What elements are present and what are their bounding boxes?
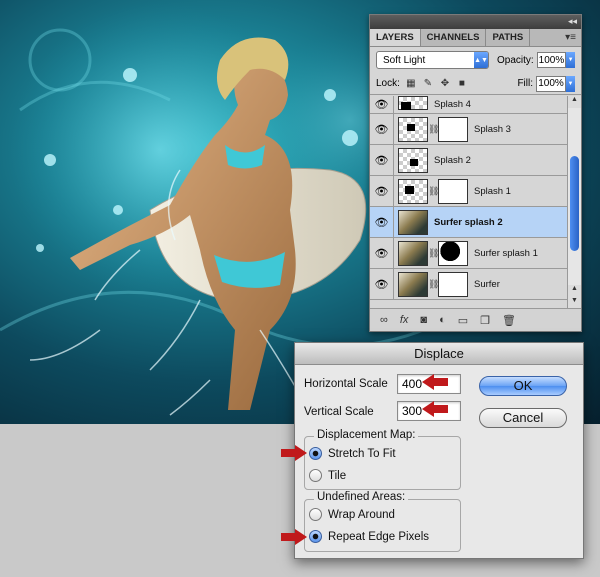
trash-icon[interactable]: 🗑 [502, 314, 516, 327]
chain-link-icon[interactable]: ⛓ [428, 124, 439, 135]
scroll-up-icon[interactable]: ▲ [568, 96, 581, 108]
wrap-around-label: Wrap Around [328, 508, 395, 521]
layers-panel: ◂◂ LAYERS CHANNELS PATHS ▾≡ Soft Light ▲… [369, 14, 582, 332]
screenshot-stage: ◂◂ LAYERS CHANNELS PATHS ▾≡ Soft Light ▲… [0, 0, 600, 577]
eye-icon[interactable]: 👁 [370, 144, 394, 176]
select-arrows-icon: ▲▼ [474, 52, 488, 68]
repeat-edge-pixels-label: Repeat Edge Pixels [328, 530, 430, 543]
layer-mask-thumbnail[interactable] [438, 271, 468, 297]
layer-mask-thumbnail[interactable] [438, 116, 468, 142]
radio-icon[interactable] [309, 508, 322, 521]
layer-name: Surfer splash 1 [474, 247, 538, 259]
layer-row-surfer[interactable]: 👁 ⛓ Surfer [370, 268, 568, 300]
panel-tabs: LAYERS CHANNELS PATHS ▾≡ [370, 29, 581, 47]
layer-thumbnail [398, 96, 428, 110]
eye-icon[interactable]: 👁 [370, 175, 394, 207]
opacity-input[interactable]: 100% [536, 52, 567, 68]
layer-row-splash-4[interactable]: 👁 Splash 4 [370, 96, 568, 114]
chain-link-icon[interactable]: ⛓ [428, 279, 439, 290]
panel-menu-icon[interactable]: ▾≡ [565, 32, 576, 43]
cancel-button[interactable]: Cancel [479, 408, 567, 428]
group-folder-icon[interactable]: ▭ [458, 314, 468, 327]
layer-mask-thumbnail[interactable] [438, 240, 468, 266]
eye-icon[interactable]: 👁 [370, 96, 394, 114]
new-layer-icon[interactable]: ❐ [480, 314, 490, 327]
layers-scrollbar[interactable]: ▲ ▲ ▼ [567, 96, 581, 309]
blend-mode-value: Soft Light [383, 54, 426, 66]
layer-row-splash-1[interactable]: 👁 ⛓ Splash 1 [370, 175, 568, 207]
displacement-map-title: Displacement Map: [314, 429, 419, 441]
link-icon[interactable]: ∞ [380, 314, 388, 326]
lock-label: Lock: [376, 78, 400, 89]
tile-option[interactable]: Tile [309, 469, 346, 482]
layer-thumbnail [398, 147, 428, 173]
eye-icon[interactable]: 👁 [370, 113, 394, 145]
layer-thumbnail [398, 240, 428, 266]
tab-layers[interactable]: LAYERS [370, 29, 421, 46]
stretch-to-fit-label: Stretch To Fit [328, 447, 396, 460]
lock-transparency-icon[interactable]: ▦ [405, 78, 417, 90]
adjustment-icon[interactable]: ◐ [439, 314, 446, 326]
layer-row-surfer-splash-2[interactable]: 👁 Surfer splash 2 [370, 206, 568, 238]
mask-icon[interactable]: ◙ [420, 314, 427, 326]
tab-channels[interactable]: CHANNELS [421, 29, 487, 46]
dialog-title: Displace [295, 343, 583, 365]
eye-icon[interactable]: 👁 [370, 206, 394, 238]
fill-input[interactable]: 100% [536, 75, 566, 92]
layer-row-splash-2[interactable]: 👁 Splash 2 [370, 144, 568, 176]
layer-name: Surfer [474, 278, 500, 290]
chain-link-icon[interactable]: ⛓ [428, 248, 439, 259]
arrow-repeat-edge-pixels-icon [281, 529, 307, 545]
eye-icon[interactable]: 👁 [370, 268, 394, 300]
panel-footer: ∞ fx ◙ ◐ ▭ ❐ 🗑 [370, 308, 581, 331]
fx-icon[interactable]: fx [400, 314, 409, 326]
blend-mode-select[interactable]: Soft Light ▲▼ [376, 51, 489, 69]
layer-list: 👁 Splash 4 👁 ⛓ Splash 3 👁 Splash 2 👁 ⛓ S… [370, 96, 568, 309]
blend-row: Soft Light ▲▼ Opacity: 100% ▼ [370, 47, 581, 73]
opacity-label: Opacity: [497, 54, 534, 66]
horizontal-scale-label: Horizontal Scale [304, 378, 388, 390]
layer-name: Splash 1 [474, 185, 511, 197]
vertical-scale-label: Vertical Scale [304, 406, 374, 418]
layer-mask-thumbnail[interactable] [438, 178, 468, 204]
chain-link-icon[interactable]: ⛓ [428, 186, 439, 197]
lock-row: Lock: ▦ ✎ ✥ ■ Fill: 100% ▼ [370, 73, 581, 95]
layer-name: Surfer splash 2 [434, 216, 503, 228]
lock-paint-icon[interactable]: ✎ [422, 78, 434, 90]
repeat-edge-pixels-option[interactable]: Repeat Edge Pixels [309, 530, 429, 543]
layer-thumbnail [398, 271, 428, 297]
layer-name: Splash 3 [474, 123, 511, 135]
fill-dropdown-icon[interactable]: ▼ [566, 75, 575, 92]
fill-label: Fill: [517, 78, 533, 89]
arrow-vertical-scale-icon [422, 401, 448, 417]
panel-title-bar[interactable]: ◂◂ [370, 15, 581, 29]
layer-name: Splash 2 [434, 154, 471, 166]
tab-paths[interactable]: PATHS [486, 29, 531, 46]
radio-selected-icon[interactable] [309, 530, 322, 543]
layer-thumbnail [398, 209, 428, 235]
arrow-horizontal-scale-icon [422, 374, 448, 390]
wrap-around-option[interactable]: Wrap Around [309, 508, 395, 521]
scroll-up-icon[interactable]: ▲ [568, 285, 581, 297]
eye-icon[interactable]: 👁 [370, 237, 394, 269]
lock-all-icon[interactable]: ■ [456, 78, 468, 90]
scroll-thumb[interactable] [570, 156, 579, 251]
layer-thumbnail [398, 178, 428, 204]
tile-label: Tile [328, 469, 347, 482]
undefined-areas-title: Undefined Areas: [314, 491, 409, 503]
undefined-areas-group [304, 499, 461, 552]
lock-position-icon[interactable]: ✥ [439, 78, 451, 90]
collapse-icon[interactable]: ◂◂ [568, 16, 577, 27]
radio-selected-icon[interactable] [309, 447, 322, 460]
stretch-to-fit-option[interactable]: Stretch To Fit [309, 447, 396, 460]
layer-row-surfer-splash-1[interactable]: 👁 ⛓ Surfer splash 1 [370, 237, 568, 269]
ok-button[interactable]: OK [479, 376, 567, 396]
layer-row-splash-3[interactable]: 👁 ⛓ Splash 3 [370, 113, 568, 145]
layer-name: Splash 4 [434, 99, 471, 110]
radio-icon[interactable] [309, 469, 322, 482]
layer-thumbnail [398, 116, 428, 142]
arrow-stretch-to-fit-icon [281, 445, 307, 461]
opacity-dropdown-icon[interactable]: ▼ [566, 52, 575, 68]
